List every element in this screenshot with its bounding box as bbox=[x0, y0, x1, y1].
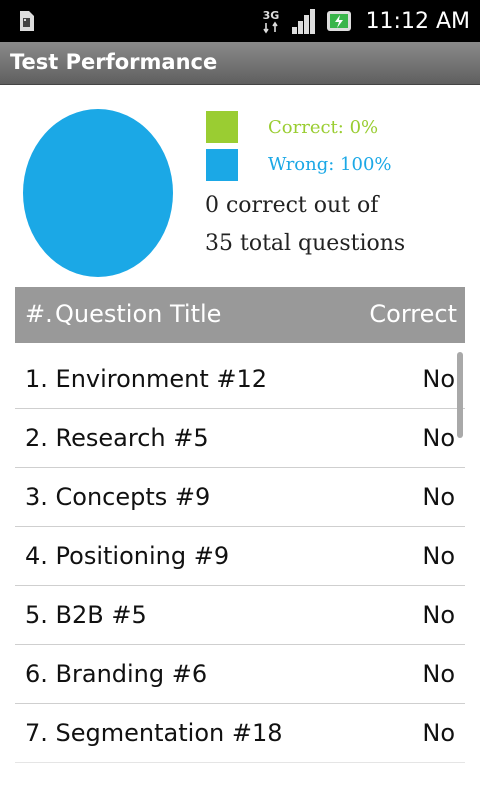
question-correct-value: No bbox=[422, 424, 455, 452]
header-correct: Correct bbox=[369, 300, 457, 328]
battery-charging-icon bbox=[326, 11, 351, 31]
question-correct-value: No bbox=[422, 483, 455, 511]
table-header: #. Question Title Correct bbox=[15, 287, 465, 343]
legend-label-wrong: Wrong: 100% bbox=[268, 154, 392, 175]
list-item[interactable]: 7. Segmentation #18 No bbox=[15, 704, 465, 763]
sim-card-icon bbox=[20, 11, 34, 31]
question-title: 4. Positioning #9 bbox=[25, 542, 230, 570]
question-title: 1. Environment #12 bbox=[25, 365, 268, 393]
result-summary-line1: 0 correct out of bbox=[205, 193, 379, 218]
question-title: 7. Segmentation #18 bbox=[25, 719, 283, 747]
question-title: 6. Branding #6 bbox=[25, 660, 208, 688]
clock-time: 11:12 AM bbox=[365, 8, 470, 34]
question-correct-value: No bbox=[422, 719, 455, 747]
question-correct-value: No bbox=[422, 660, 455, 688]
question-title: 3. Concepts #9 bbox=[25, 483, 211, 511]
header-question-title: Question Title bbox=[55, 300, 222, 328]
question-correct-value: No bbox=[422, 601, 455, 629]
header-number: #. bbox=[25, 300, 53, 328]
list-fade-edge bbox=[0, 758, 480, 800]
list-item[interactable]: 6. Branding #6 No bbox=[15, 645, 465, 704]
legend-swatch-correct bbox=[206, 111, 238, 143]
question-title: 5. B2B #5 bbox=[25, 601, 147, 629]
result-summary-line2: 35 total questions bbox=[205, 231, 406, 256]
legend-label-correct: Correct: 0% bbox=[268, 117, 379, 138]
question-correct-value: No bbox=[422, 365, 455, 393]
signal-strength-icon bbox=[291, 9, 315, 34]
list-item[interactable]: 5. B2B #5 No bbox=[15, 586, 465, 645]
question-correct-value: No bbox=[422, 542, 455, 570]
list-scrollbar[interactable] bbox=[457, 352, 463, 438]
question-title: 2. Research #5 bbox=[25, 424, 209, 452]
title-bar: Test Performance bbox=[0, 42, 480, 85]
status-icons: 3G 11:12 AM bbox=[259, 0, 470, 42]
results-pie-chart bbox=[23, 109, 173, 277]
list-item[interactable]: 2. Research #5 No bbox=[15, 409, 465, 468]
list-item[interactable]: 1. Environment #12 No bbox=[15, 350, 465, 409]
question-list[interactable]: 1. Environment #12 No 2. Research #5 No … bbox=[15, 350, 465, 800]
pie-slice-wrong bbox=[23, 109, 173, 277]
list-item[interactable]: 4. Positioning #9 No bbox=[15, 527, 465, 586]
legend-correct: Correct: 0% bbox=[206, 111, 378, 143]
legend-swatch-wrong bbox=[206, 149, 238, 181]
legend-wrong: Wrong: 100% bbox=[206, 149, 392, 181]
network-3g-icon: 3G bbox=[259, 7, 282, 35]
list-item[interactable]: 3. Concepts #9 No bbox=[15, 468, 465, 527]
page-title: Test Performance bbox=[10, 50, 218, 74]
svg-text:3G: 3G bbox=[262, 9, 279, 22]
status-bar: 3G 11:12 AM bbox=[0, 0, 480, 42]
